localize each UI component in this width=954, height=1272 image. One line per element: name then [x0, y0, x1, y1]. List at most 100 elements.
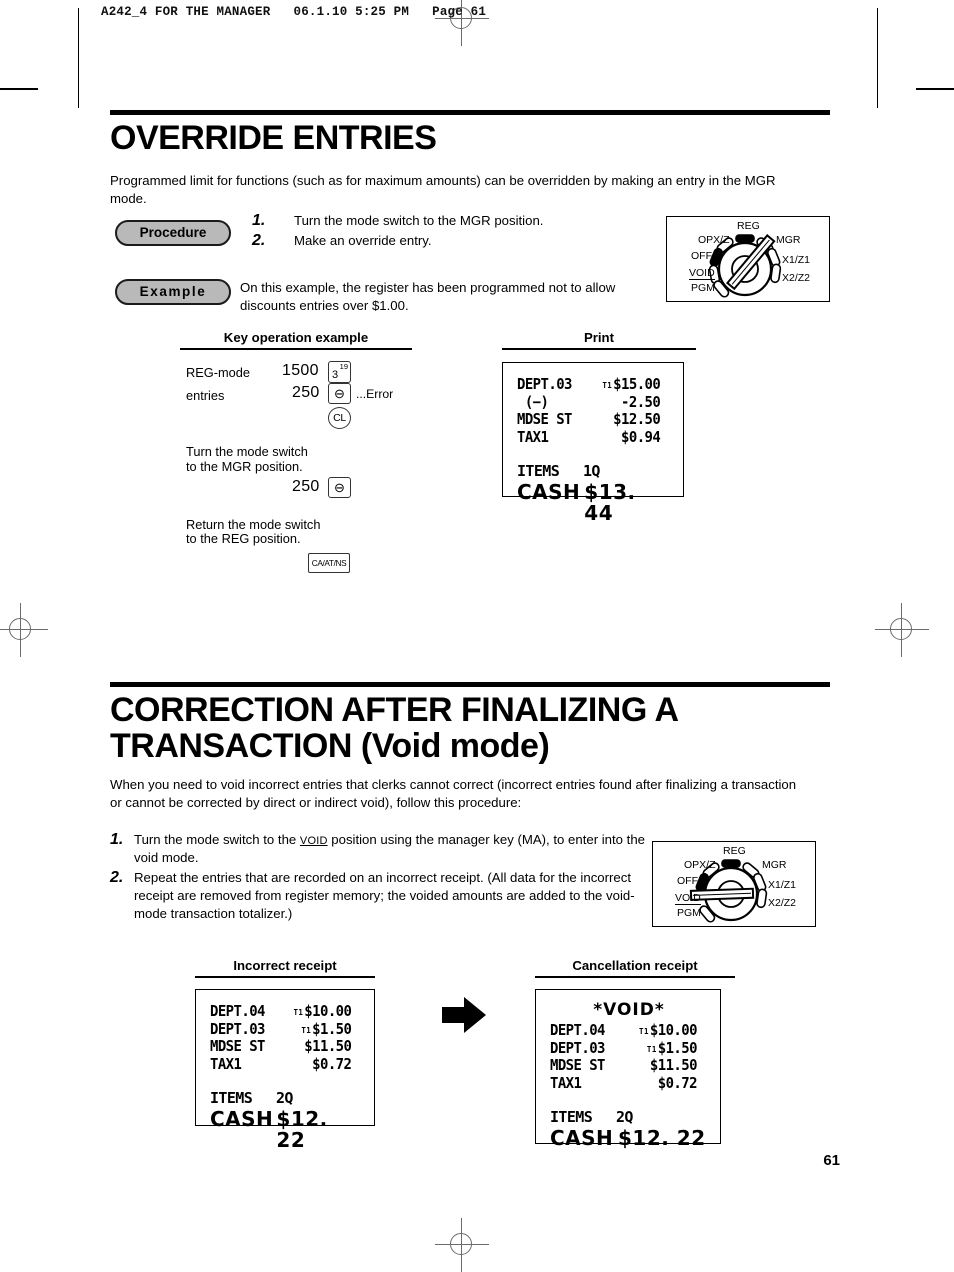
receipt-line-label: DEPT.03	[210, 1019, 265, 1038]
correction-step-1-text: Turn the mode switch to the VOID positio…	[134, 831, 655, 867]
receipt-line-amount: $1.50	[312, 1019, 352, 1038]
receipt-line-amount: $0.72	[657, 1073, 698, 1092]
receipt-line: DEPT.04 T1$10.00	[550, 1021, 698, 1040]
receipt-total-row: CASH $12. 22	[210, 1106, 362, 1152]
receipt-line: TAX1 $0.72	[550, 1073, 698, 1093]
receipt-line-label: TAX1	[550, 1073, 582, 1092]
discount-key-icon-2[interactable]: ⊖	[328, 477, 351, 498]
correction-step-2-number: 2.	[110, 868, 124, 886]
receipt-line-amount: $11.50	[304, 1037, 352, 1056]
correction-title-line-2: TRANSACTION (Void mode)	[110, 727, 550, 766]
receipt-line-label: MDSE ST	[517, 410, 572, 429]
override-example-text: On this example, the register has been p…	[240, 280, 616, 313]
void-header-label: *VOID*	[593, 1000, 665, 1020]
dial-label-x2z2-2: X2/Z2	[768, 897, 797, 909]
cash-total-key-icon[interactable]: CA/AT/NS	[308, 553, 350, 573]
key-operation-row2-label: entries	[186, 388, 225, 403]
crop-mark-right-vertical	[877, 8, 878, 108]
arrow-right-icon	[440, 995, 488, 1035]
key-operation-row1-label: REG-mode	[186, 365, 251, 380]
receipt-line-label: DEPT.03	[550, 1038, 605, 1057]
dial-label-void-2: VOID	[675, 892, 701, 905]
receipt-line-label: DEPT.04	[550, 1021, 605, 1039]
receipt-line-label: MDSE ST	[550, 1056, 605, 1075]
procedure-badge: Procedure	[115, 220, 231, 246]
correction-step-1-number: 1.	[110, 831, 124, 848]
receipt-total-amount: $12. 22	[276, 1106, 328, 1152]
receipt-tax-flag: T1	[293, 1008, 304, 1017]
receipt-tax-flag: T1	[301, 1025, 312, 1035]
receipt-line-label: TAX1	[517, 427, 549, 446]
key-operation-amount-250-a: 250	[292, 384, 320, 401]
receipt-line-label: TAX1	[210, 1054, 242, 1073]
incorrect-receipt-column: Incorrect receipt DEPT.04 T1$10.00 DEPT.…	[195, 958, 375, 1150]
receipt-line: MDSE ST $11.50	[550, 1056, 698, 1075]
receipt-total-amount: $12. 22	[618, 1125, 706, 1150]
override-step-2: 2. Make an override entry.	[252, 232, 652, 250]
registration-mark-left	[0, 603, 48, 657]
dial-label-mgr-2: MGR	[762, 859, 787, 871]
override-steps: 1. Turn the mode switch to the MGR posit…	[252, 212, 652, 250]
dial-label-x2z2-1: X2/Z2	[782, 272, 811, 284]
dial-label-reg-2: REG	[723, 845, 746, 857]
page-title-override-entries: OVERRIDE ENTRIES	[110, 119, 437, 157]
dial-label-pgm-1: PGM	[691, 282, 715, 294]
correction-step-2: 2. Repeat the entries that are recorded …	[110, 869, 655, 923]
receipt-total-label: CASH	[517, 479, 581, 504]
correction-step-2-text: Repeat the entries that are recorded on …	[134, 869, 635, 921]
dial-label-opxz-1: OPX/Z	[698, 234, 730, 246]
example-badge: Example	[115, 279, 231, 305]
section-rule-top	[110, 110, 830, 115]
cancellation-receipt: *VOID* DEPT.04 T1$10.00 DEPT.03 T1$1.50 …	[535, 989, 721, 1148]
receipt-total-label: CASH	[550, 1125, 614, 1150]
cancellation-receipt-heading: Cancellation receipt	[535, 958, 735, 978]
receipt-line-amount: $11.50	[649, 1056, 698, 1075]
override-step-1-number: 1.	[252, 212, 266, 229]
crop-mark-far-right	[916, 88, 954, 90]
receipt-total-row: CASH $12. 22	[550, 1125, 708, 1150]
override-step-1-text: Turn the mode switch to the MGR position…	[294, 213, 544, 228]
receipt-line-amount: $0.72	[312, 1054, 352, 1073]
void-mode-highlight: VOID	[299, 835, 328, 847]
key-operation-note-1-line-2: to the MGR position.	[186, 459, 303, 474]
discount-key-icon[interactable]: ⊖	[328, 383, 351, 404]
dial-label-pgm-2: PGM	[677, 907, 701, 919]
receipt-line-label: MDSE ST	[210, 1037, 265, 1056]
receipt-line-amount: $1.50	[657, 1038, 698, 1057]
receipt-line-label: (−)	[517, 392, 549, 411]
dial-label-off-1: OFF	[691, 250, 712, 262]
cancellation-receipt-column: Cancellation receipt *VOID* DEPT.04 T1$1…	[535, 958, 735, 1148]
receipt-line-label: DEPT.04	[210, 1002, 265, 1020]
receipt-total-label: CASH	[210, 1106, 274, 1131]
receipt-items-row: ITEMS 2Q	[550, 1109, 708, 1127]
correction-step-1-text-before: Turn the mode switch to the	[134, 832, 300, 847]
override-step-2-number: 2.	[252, 232, 266, 249]
correction-steps: 1. Turn the mode switch to the VOID posi…	[110, 831, 655, 923]
clear-key-icon[interactable]: CL	[328, 407, 351, 429]
print-column: Print DEPT.03 T1$15.00 (−) -2.50 MDSE ST…	[502, 330, 696, 523]
receipt-line: MDSE ST $12.50	[517, 410, 661, 429]
dept3-key-icon[interactable]: 3 19	[328, 361, 351, 383]
override-step-1: 1. Turn the mode switch to the MGR posit…	[252, 212, 652, 230]
receipt-items-count: 2Q	[276, 1089, 293, 1108]
mode-switch-dial-mgr: REG OPX/Z OFF VOID PGM MGR X1/Z1 X2/Z2	[666, 216, 830, 302]
crop-mark-far-left	[0, 88, 38, 90]
receipt-line: (−) -2.50	[517, 392, 661, 412]
receipt-line-amount: $10.00	[649, 1021, 698, 1039]
receipt-total-row: CASH $13. 44	[517, 479, 671, 525]
mode-switch-dial-void: REG OPX/Z OFF VOID PGM MGR X1/Z1 X2/Z2	[652, 841, 816, 927]
receipt-tax-flag: T1	[639, 1027, 649, 1036]
key-operation-note-2-line-2: to the REG position.	[186, 531, 301, 546]
key-operation-amount-1500: 1500	[282, 362, 319, 379]
receipt-line: TAX1 $0.94	[517, 427, 661, 447]
receipt-total-amount: $13. 44	[584, 479, 636, 525]
receipt-line: DEPT.04 T1$10.00	[210, 1002, 352, 1021]
key-operation-column: Key operation example REG-mode entries 1…	[180, 330, 412, 590]
receipt-items-label: ITEMS	[550, 1108, 593, 1127]
dial-label-x1z1-2: X1/Z1	[768, 879, 797, 891]
page-title-correction: CORRECTION AFTER FINALIZING A TRANSACTIO…	[110, 692, 830, 765]
receipt-line-amount: $0.94	[621, 427, 661, 446]
receipt-line-amount: $12.50	[613, 410, 661, 429]
incorrect-receipt-heading: Incorrect receipt	[195, 958, 375, 978]
registration-mark-right	[875, 603, 929, 657]
